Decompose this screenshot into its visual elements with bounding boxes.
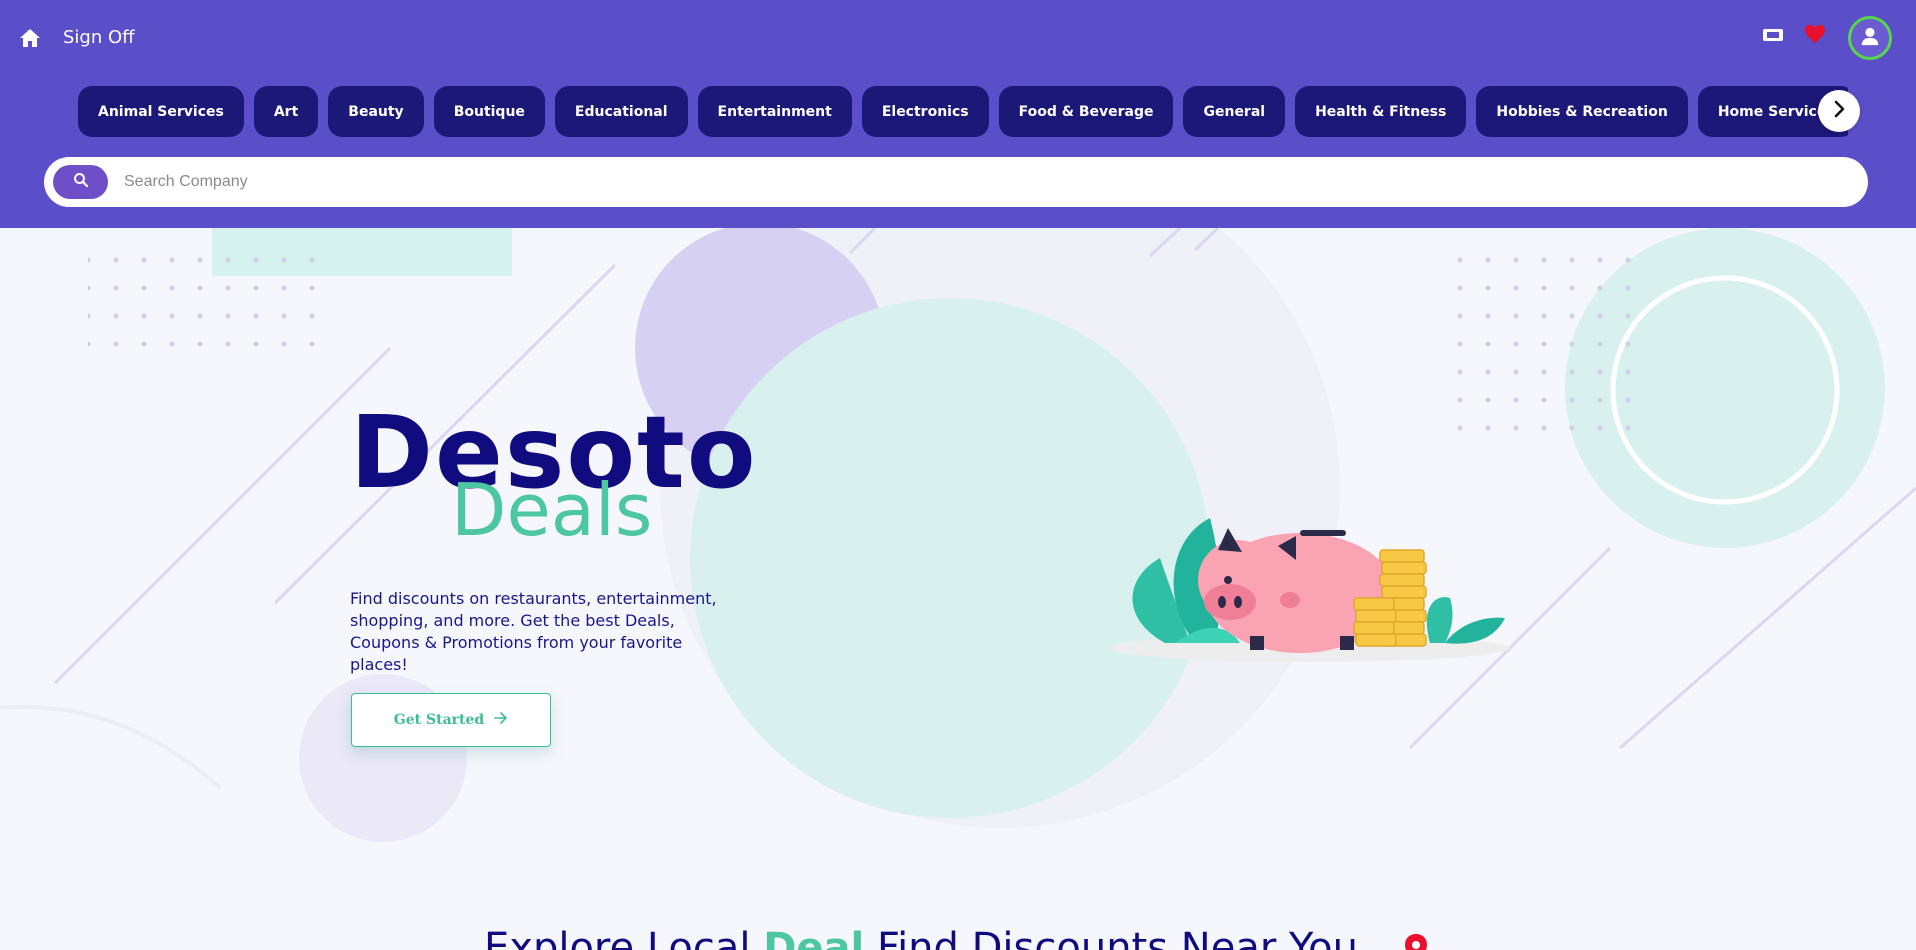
tagline-line: Find discounts on restaurants, entertain… [350,589,717,608]
category-chip[interactable]: Health & Fitness [1295,86,1467,137]
category-chip[interactable]: Entertainment [697,86,852,137]
category-chip[interactable]: Animal Services [78,86,244,137]
category-next-button[interactable] [1818,90,1860,132]
hero-section: Desoto Deals Find discounts on restauran… [0,228,1916,950]
search-bar [44,157,1868,207]
sign-off-link[interactable]: Sign Off [63,27,135,48]
explore-suffix: Find Discounts Near You [864,925,1358,950]
category-bar: Animal Services Art Beauty Boutique Educatio… [78,86,1848,138]
search-input[interactable] [124,165,1844,199]
brand-subtitle: Deals [451,468,653,552]
ticket-icon[interactable] [1762,26,1784,49]
category-chip[interactable]: Beauty [328,86,424,137]
home-icon[interactable] [18,26,42,50]
explore-heading: Explore Local Deal Find Discounts Near Y… [484,928,1358,950]
location-pin-icon [1403,933,1429,950]
chevron-right-icon [1830,100,1848,123]
explore-prefix: Explore Local [484,925,764,950]
explore-highlight: Deal [763,925,865,950]
user-icon [1859,25,1881,52]
category-chip[interactable]: Educational [554,86,688,137]
category-chip[interactable]: Art [253,86,319,137]
category-chip[interactable]: Electronics [861,86,989,137]
top-header: Sign Off Animal Services Art Beauty Boutiqu… [0,0,1916,228]
get-started-label: Get Started [393,712,485,728]
hero-background-decoration [0,228,1916,842]
heart-icon[interactable] [1804,24,1826,49]
category-chip[interactable]: Boutique [433,86,545,137]
category-chip[interactable]: Food & Beverage [998,86,1174,137]
tagline-line: Coupons & Promotions from your favorite … [350,633,683,674]
tagline-line: shopping, and more. Get the best Deals, [350,611,675,630]
user-avatar[interactable] [1848,16,1892,60]
piggy-bank-illustration [1110,518,1510,662]
search-button[interactable] [53,165,108,199]
arrow-right-icon [494,712,508,728]
hero-tagline: Find discounts on restaurants, entertain… [350,588,730,676]
category-chip[interactable]: General [1183,86,1286,137]
get-started-button[interactable]: Get Started [351,693,551,747]
category-chip[interactable]: Hobbies & Recreation [1476,86,1688,137]
search-icon [73,172,89,193]
